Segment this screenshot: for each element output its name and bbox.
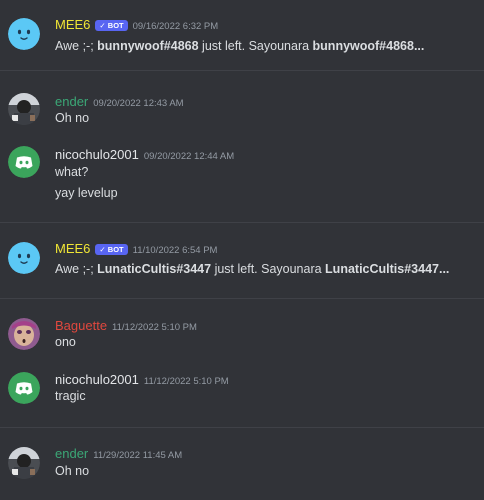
timestamp: 11/12/2022 5:10 PM bbox=[143, 376, 229, 387]
ender-avatar[interactable] bbox=[8, 447, 40, 479]
mention: bunnywoof#4868... bbox=[312, 39, 425, 53]
divider bbox=[0, 70, 484, 71]
user-photo-icon bbox=[8, 93, 40, 125]
message-text: ono bbox=[55, 335, 76, 349]
message-header: ender 09/20/2022 12:43 AM bbox=[55, 94, 184, 110]
divider bbox=[0, 222, 484, 223]
bot-badge: ✓ BOT bbox=[95, 244, 128, 255]
message-text: yay levelup bbox=[55, 186, 118, 200]
divider bbox=[0, 427, 484, 428]
message-header: ender 11/29/2022 11:45 AM bbox=[55, 446, 182, 462]
message-text: Oh no bbox=[55, 464, 90, 478]
username[interactable]: ender bbox=[55, 94, 88, 109]
baguette-avatar[interactable] bbox=[8, 318, 40, 350]
username[interactable]: nicochulo2001 bbox=[55, 147, 139, 162]
timestamp: 11/12/2022 5:10 PM bbox=[112, 322, 197, 333]
message-text: what? bbox=[55, 165, 89, 179]
timestamp: 11/29/2022 11:45 AM bbox=[93, 450, 183, 461]
message-text: tragic bbox=[55, 389, 86, 403]
message-text: Awe ;-; LunaticCultis#3447 just left. Sa… bbox=[55, 261, 449, 277]
username[interactable]: nicochulo2001 bbox=[55, 372, 139, 387]
discord-logo-icon bbox=[8, 146, 40, 178]
user-photo-icon bbox=[8, 318, 40, 350]
mee6-face-icon bbox=[8, 18, 40, 50]
chat-log: MEE6 ✓ BOT 09/16/2022 6:32 PM Awe ;-; bunn… bbox=[0, 0, 484, 500]
username[interactable]: MEE6 bbox=[55, 241, 90, 256]
message-text: Awe ;-; bunnywoof#4868 just left. Sayoun… bbox=[55, 38, 424, 54]
username[interactable]: MEE6 bbox=[55, 17, 90, 32]
mention: LunaticCultis#3447 bbox=[97, 262, 212, 276]
timestamp: 09/20/2022 12:43 AM bbox=[93, 98, 184, 109]
username[interactable]: Baguette bbox=[55, 318, 107, 333]
message-header: Baguette 11/12/2022 5:10 PM bbox=[55, 318, 197, 334]
mention: LunaticCultis#3447... bbox=[325, 262, 450, 276]
text-segment: just left. Sayounara bbox=[211, 262, 326, 276]
mee6-face-icon bbox=[8, 242, 40, 274]
nicochulo-avatar[interactable] bbox=[8, 146, 40, 178]
timestamp: 09/16/2022 6:32 PM bbox=[132, 21, 219, 32]
message-header: MEE6 ✓ BOT 11/10/2022 6:54 PM bbox=[55, 241, 217, 257]
ender-avatar[interactable] bbox=[8, 93, 40, 125]
divider bbox=[0, 298, 484, 299]
text-segment: just left. Sayounara bbox=[198, 39, 313, 53]
timestamp: 09/20/2022 12:44 AM bbox=[143, 151, 235, 162]
message-header: nicochulo2001 11/12/2022 5:10 PM bbox=[55, 372, 229, 388]
user-photo-icon bbox=[8, 447, 40, 479]
discord-logo-icon bbox=[8, 372, 40, 404]
username[interactable]: ender bbox=[55, 446, 88, 461]
message-text: Oh no bbox=[55, 111, 90, 125]
message-header: MEE6 ✓ BOT 09/16/2022 6:32 PM bbox=[55, 17, 218, 33]
message-header: nicochulo2001 09/20/2022 12:44 AM bbox=[55, 147, 234, 163]
timestamp: 11/10/2022 6:54 PM bbox=[132, 245, 218, 256]
text-segment: Awe ;-; bbox=[55, 262, 98, 276]
mee6-avatar[interactable] bbox=[8, 242, 40, 274]
nicochulo-avatar[interactable] bbox=[8, 372, 40, 404]
text-segment: Awe ;-; bbox=[55, 39, 98, 53]
mention: bunnywoof#4868 bbox=[97, 39, 199, 53]
bot-badge: ✓ BOT bbox=[95, 20, 128, 31]
mee6-avatar[interactable] bbox=[8, 18, 40, 50]
